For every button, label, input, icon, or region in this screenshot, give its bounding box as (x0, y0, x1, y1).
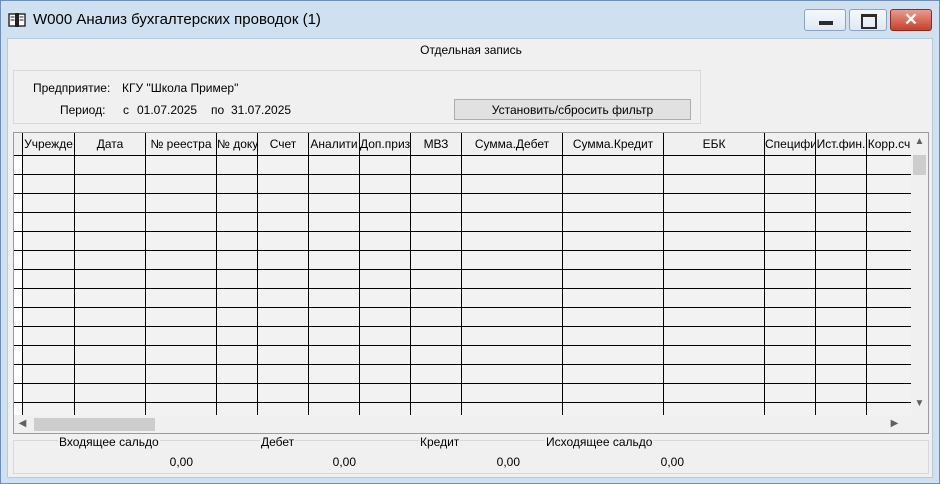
totals-panel: Входящее сальдо 0,00 Дебет 0,00 Кредит 0… (13, 435, 929, 474)
horizontal-scrollbar[interactable]: ◀ ▶ (14, 415, 911, 433)
column-header[interactable]: Доп.приз (360, 133, 411, 155)
period-to-prefix: по (211, 103, 225, 117)
column-cells[interactable] (23, 156, 74, 415)
scroll-up-icon[interactable]: ▲ (911, 133, 928, 150)
title-bar[interactable]: W000 Анализ бухгалтерских проводок (1) ✕ (1, 1, 939, 38)
column-header[interactable]: МВЗ (411, 133, 462, 155)
column-cells[interactable] (75, 156, 145, 415)
debit-label: Дебет (260, 435, 296, 449)
ledger-book-icon (8, 13, 26, 27)
main-window: W000 Анализ бухгалтерских проводок (1) ✕… (0, 0, 940, 484)
entries-grid[interactable]: Учрежде Дата № реестра № доку Счет Аналити Доп… (13, 132, 929, 434)
maximize-button[interactable] (849, 9, 887, 31)
table-row (14, 193, 911, 194)
table-row (14, 269, 911, 270)
credit-label: Кредит (419, 435, 461, 449)
column-header[interactable]: Дата (75, 133, 146, 155)
table-row (14, 307, 911, 308)
column-cells[interactable] (217, 156, 257, 415)
column-header[interactable]: Сумма.Дебет (462, 133, 563, 155)
scroll-down-icon[interactable]: ▼ (911, 395, 928, 412)
enterprise-label: Предприятие: (33, 81, 111, 95)
period-from-prefix: с (123, 103, 129, 117)
column-header[interactable]: Счет (258, 133, 309, 155)
outgoing-balance-label: Исходящее сальдо (545, 435, 654, 449)
incoming-balance-value: 0,00 (169, 455, 193, 469)
row-indicator-header (14, 133, 23, 155)
minimize-button[interactable] (804, 9, 846, 31)
column-header[interactable]: № доку (217, 133, 258, 155)
column-header[interactable]: Специфи (765, 133, 816, 155)
table-row (14, 174, 911, 175)
credit-value: 0,00 (496, 455, 520, 469)
maximize-icon (861, 14, 877, 29)
scroll-corner (911, 415, 928, 433)
vertical-scrollbar[interactable]: ▲ ▼ (911, 133, 928, 415)
table-row (14, 231, 911, 232)
incoming-balance-label: Входящее сальдо (58, 435, 160, 449)
column-cells[interactable] (816, 156, 866, 415)
close-button[interactable]: ✕ (890, 9, 932, 31)
table-row (14, 402, 911, 403)
table-row (14, 326, 911, 327)
column-header[interactable]: Сумма.Кредит (563, 133, 664, 155)
table-row (14, 345, 911, 346)
table-row (14, 383, 911, 384)
column-cells[interactable] (563, 156, 663, 415)
grid-header: Учрежде Дата № реестра № доку Счет Аналити Доп… (14, 133, 912, 156)
table-row (14, 212, 911, 213)
period-label: Период: (60, 103, 106, 117)
column-cells[interactable] (360, 156, 410, 415)
grid-body[interactable] (14, 156, 912, 415)
table-row (14, 250, 911, 251)
table-row (14, 364, 911, 365)
window-title: W000 Анализ бухгалтерских проводок (1) (33, 11, 321, 28)
filter-button[interactable]: Установить/сбросить фильтр (454, 99, 691, 120)
scroll-right-icon[interactable]: ▶ (886, 415, 903, 433)
record-heading: Отдельная запись (420, 43, 522, 57)
period-date-from: 01.07.2025 (137, 103, 198, 117)
column-header[interactable]: № реестра (146, 133, 217, 155)
horizontal-scroll-thumb[interactable] (34, 418, 155, 431)
column-cells[interactable] (765, 156, 815, 415)
close-icon: ✕ (903, 10, 919, 29)
column-cells[interactable] (664, 156, 764, 415)
scroll-left-icon[interactable]: ◀ (14, 415, 31, 433)
table-row (14, 288, 911, 289)
vertical-scroll-thumb[interactable] (913, 155, 926, 175)
debit-value: 0,00 (332, 455, 356, 469)
column-cells[interactable] (146, 156, 216, 415)
minimize-icon (819, 21, 833, 25)
outgoing-balance-value: 0,00 (660, 455, 684, 469)
column-header[interactable]: Учрежде (23, 133, 75, 155)
column-header[interactable]: ЕБК (664, 133, 765, 155)
column-header[interactable]: Корр.сч (867, 133, 912, 155)
column-cells[interactable] (258, 156, 308, 415)
column-cells[interactable] (309, 156, 359, 415)
column-header[interactable]: Аналити (309, 133, 360, 155)
enterprise-value: КГУ "Школа Пример" (122, 81, 239, 95)
column-cells[interactable] (462, 156, 562, 415)
column-cells[interactable] (411, 156, 461, 415)
client-area: Отдельная запись Предприятие: КГУ "Школа… (7, 38, 933, 478)
column-cells[interactable] (867, 156, 911, 415)
row-indicator-divider (22, 156, 23, 415)
column-header[interactable]: Ист.фин. (816, 133, 867, 155)
period-date-to: 31.07.2025 (231, 103, 292, 117)
